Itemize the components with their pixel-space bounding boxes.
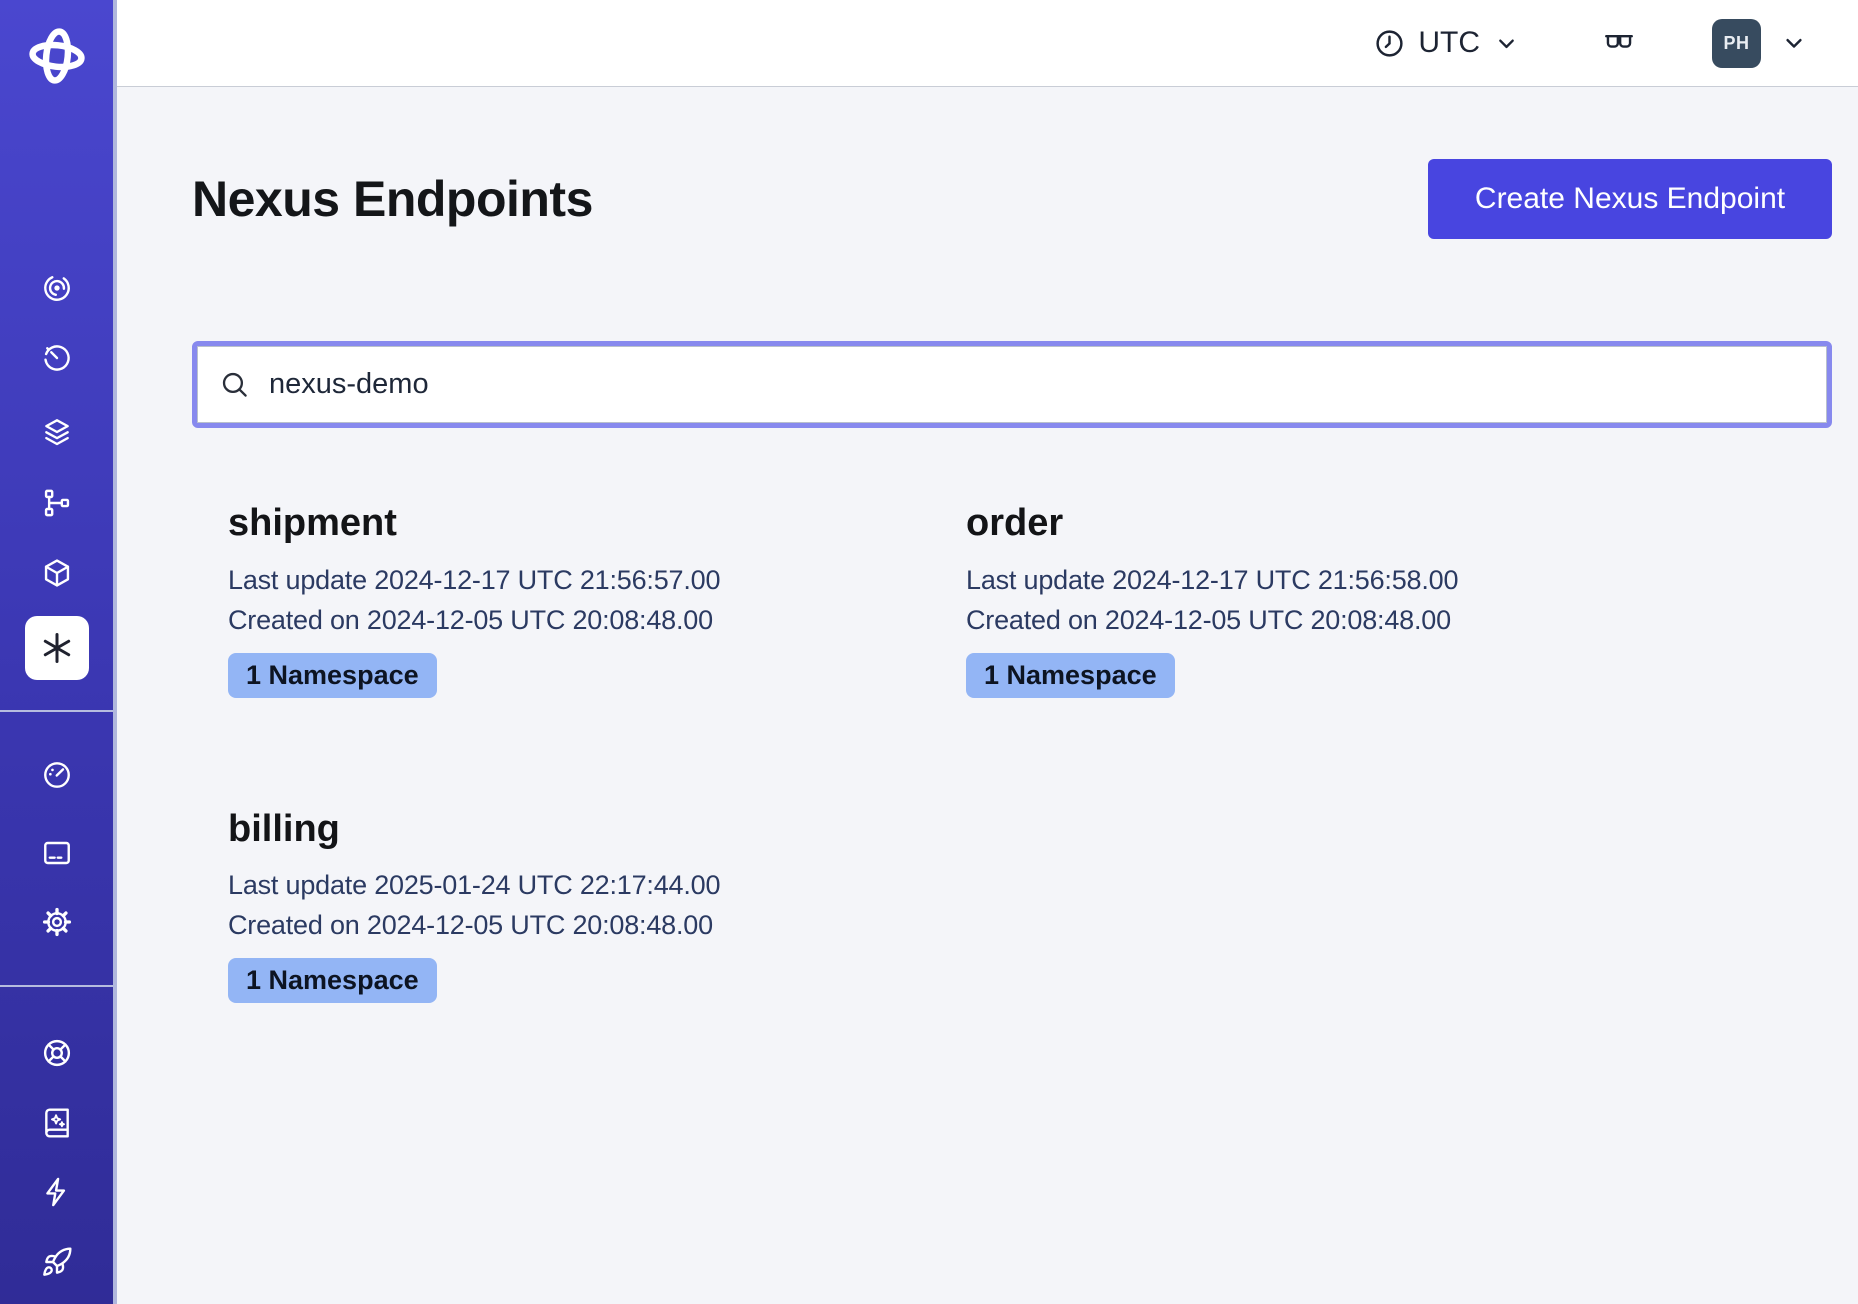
sidebar-item-docs[interactable]: [0, 1101, 113, 1145]
sidebar-item-batch[interactable]: [0, 551, 113, 595]
endpoint-last-update: Last update 2024-12-17 UTC 21:56:58.00: [966, 560, 1668, 600]
chevron-down-icon: [1780, 29, 1808, 57]
life-buoy-icon: [41, 1037, 73, 1069]
app-logo[interactable]: [0, 25, 113, 87]
temporal-logo-icon: [26, 25, 88, 87]
avatar: PH: [1712, 19, 1761, 68]
endpoint-name: shipment: [228, 500, 930, 548]
sidebar-item-support[interactable]: [0, 1031, 113, 1075]
browser-window-icon: [41, 837, 73, 869]
sidebar-item-deployments[interactable]: [0, 481, 113, 525]
nexus-selected-highlight: [25, 616, 89, 680]
endpoint-name: billing: [228, 806, 930, 854]
cube-icon: [41, 557, 73, 589]
sidebar-item-feedback[interactable]: [0, 1170, 113, 1214]
sidebar-item-namespaces[interactable]: [0, 410, 113, 454]
timezone-label: UTC: [1418, 26, 1480, 60]
sidebar-item-workflows[interactable]: [0, 266, 113, 310]
namespace-count-badge: 1 Namespace: [966, 653, 1175, 698]
chevron-down-icon: [1493, 30, 1520, 57]
endpoint-list: shipment Last update 2024-12-17 UTC 21:5…: [192, 500, 1832, 1003]
page-header-row: Nexus Endpoints Create Nexus Endpoint: [192, 159, 1832, 239]
sidebar-item-schedules[interactable]: [0, 336, 113, 380]
create-nexus-endpoint-button[interactable]: Create Nexus Endpoint: [1428, 159, 1832, 239]
endpoint-last-update: Last update 2025-01-24 UTC 22:17:44.00: [228, 865, 930, 905]
book-sparkles-icon: [41, 1107, 73, 1139]
endpoint-card-shipment[interactable]: shipment Last update 2024-12-17 UTC 21:5…: [192, 500, 930, 698]
endpoint-created-on: Created on 2024-12-05 UTC 20:08:48.00: [228, 905, 930, 945]
main-content: Nexus Endpoints Create Nexus Endpoint sh…: [117, 87, 1858, 1304]
top-bar: UTC PH: [117, 0, 1858, 87]
endpoint-card-billing[interactable]: billing Last update 2025-01-24 UTC 22:17…: [192, 806, 930, 1004]
endpoint-name: order: [966, 500, 1668, 548]
gauge-icon: [41, 759, 73, 791]
gear-icon: [41, 906, 73, 938]
radar-icon: [41, 272, 73, 304]
asterisk-nexus-icon: [39, 630, 75, 666]
namespace-count-badge: 1 Namespace: [228, 653, 437, 698]
lightning-icon: [41, 1176, 73, 1208]
sidebar-item-getting-started[interactable]: [0, 1240, 113, 1284]
endpoint-created-on: Created on 2024-12-05 UTC 20:08:48.00: [228, 600, 930, 640]
sidebar-divider: [0, 985, 113, 987]
rocket-icon: [41, 1246, 73, 1278]
glasses-icon: [1600, 26, 1638, 60]
sidebar-item-usage[interactable]: [0, 753, 113, 797]
endpoint-created-on: Created on 2024-12-05 UTC 20:08:48.00: [966, 600, 1668, 640]
sidebar-item-nexus[interactable]: [0, 616, 113, 680]
search-icon: [219, 369, 250, 400]
timer-icon: [41, 342, 73, 374]
timezone-selector[interactable]: UTC: [1374, 26, 1520, 60]
namespace-count-badge: 1 Namespace: [228, 958, 437, 1003]
reader-mode-button[interactable]: [1600, 26, 1638, 60]
clock-icon: [1374, 28, 1405, 59]
page-title: Nexus Endpoints: [192, 172, 593, 227]
endpoint-card-order[interactable]: order Last update 2024-12-17 UTC 21:56:5…: [930, 500, 1668, 698]
account-menu[interactable]: PH: [1712, 19, 1808, 68]
sidebar: [0, 0, 117, 1304]
branch-icon: [41, 487, 73, 519]
layers-icon: [41, 416, 73, 448]
search-input[interactable]: [267, 367, 1805, 402]
endpoint-search-box: [192, 341, 1832, 428]
sidebar-item-settings[interactable]: [0, 900, 113, 944]
sidebar-item-billing[interactable]: [0, 831, 113, 875]
endpoint-last-update: Last update 2024-12-17 UTC 21:56:57.00: [228, 560, 930, 600]
sidebar-divider: [0, 710, 113, 712]
